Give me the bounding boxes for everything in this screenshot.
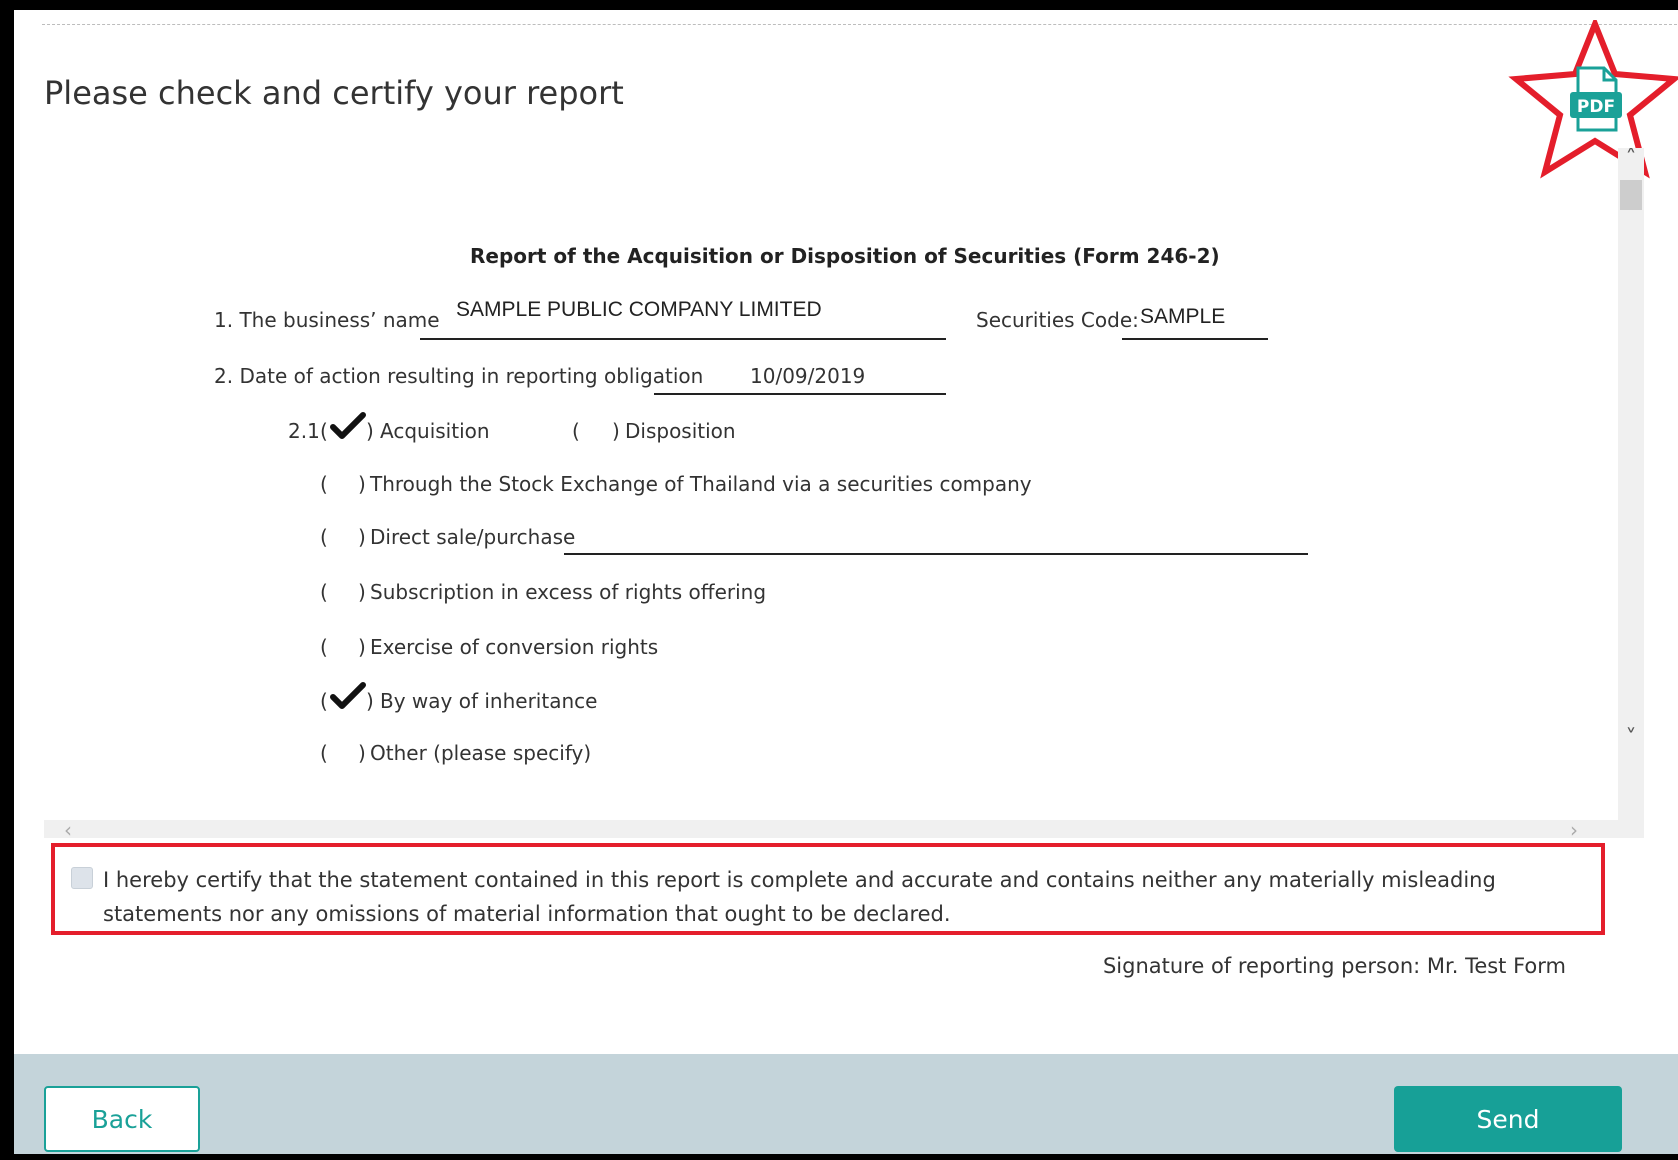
method-2-paren-close: ) [358, 525, 366, 549]
method-6-paren-open: ( [320, 741, 328, 765]
disposition-close-paren: ) [612, 419, 620, 443]
method-label: By way of inheritance [380, 689, 598, 713]
method-label: Other (please specify) [370, 741, 592, 765]
top-divider [42, 24, 1678, 25]
scroll-up-icon[interactable]: ˄ [1618, 148, 1644, 170]
method-label: Subscription in excess of rights offerin… [370, 580, 767, 604]
method-label: Through the Stock Exchange of Thailand v… [370, 472, 1032, 496]
securities-code-value: SAMPLE [1140, 305, 1226, 328]
signature-line: Signature of reporting person: Mr. Test … [1102, 954, 1566, 978]
method-6-paren-close: ) [358, 741, 366, 765]
method-5-paren-open: ( [320, 689, 328, 713]
acquisition-close-paren: ) [366, 419, 374, 443]
method-4-paren-open: ( [320, 635, 328, 659]
direct-sale-underline [564, 553, 1308, 555]
method-1-paren-close: ) [358, 472, 366, 496]
back-button[interactable]: Back [44, 1086, 200, 1152]
certification-box: I hereby certify that the statement cont… [51, 843, 1605, 935]
disposition-open-paren: ( [572, 419, 580, 443]
date-label: 2. Date of action resulting in reporting… [214, 364, 704, 388]
date-underline [654, 393, 946, 395]
disposition-label: Disposition [625, 419, 736, 443]
scrollbar-thumb[interactable] [1620, 180, 1642, 210]
method-1-paren-open: ( [320, 472, 328, 496]
report-document: Report of the Acquisition or Disposition… [44, 148, 1614, 823]
method-label: Direct sale/purchase [370, 525, 576, 549]
send-button[interactable]: Send [1394, 1086, 1622, 1152]
page-title: Please check and certify your report [44, 74, 624, 112]
report-certify-dialog: Please check and certify your report PDF… [14, 10, 1678, 1154]
method-label: Exercise of conversion rights [370, 635, 659, 659]
acquisition-label: Acquisition [380, 419, 490, 443]
method-3-paren-close: ) [358, 580, 366, 604]
report-title: Report of the Acquisition or Disposition… [470, 244, 1220, 268]
scroll-down-icon[interactable]: ˅ [1618, 728, 1644, 750]
method-3-paren-open: ( [320, 580, 328, 604]
certify-checkbox[interactable] [71, 867, 93, 889]
scroll-right-icon[interactable]: › [1570, 818, 1578, 838]
business-name-underline [420, 338, 946, 340]
method-4-paren-close: ) [358, 635, 366, 659]
securities-code-underline [1122, 338, 1268, 340]
section-number: 2.1 [288, 419, 320, 443]
acquisition-open-paren: ( [320, 419, 328, 443]
inheritance-checkmark-icon [330, 682, 366, 710]
date-value: 10/09/2019 [750, 364, 866, 388]
business-name-value: SAMPLE PUBLIC COMPANY LIMITED [456, 298, 822, 321]
method-2-paren-open: ( [320, 525, 328, 549]
footer-bar: Back Send [14, 1054, 1678, 1154]
vertical-scrollbar[interactable]: ˄ ˅ [1618, 148, 1644, 838]
report-preview[interactable]: Report of the Acquisition or Disposition… [44, 148, 1644, 838]
method-5-paren-close: ) [366, 689, 374, 713]
acquisition-checkmark-icon [330, 412, 366, 440]
scroll-left-icon[interactable]: ‹ [64, 818, 72, 838]
horizontal-scrollbar[interactable]: ‹ › [44, 818, 1618, 838]
securities-code-label: Securities Code: [976, 308, 1139, 332]
certification-text: I hereby certify that the statement cont… [103, 868, 1496, 926]
business-name-label: 1. The business’ name [214, 308, 440, 332]
svg-text:PDF: PDF [1577, 97, 1615, 117]
